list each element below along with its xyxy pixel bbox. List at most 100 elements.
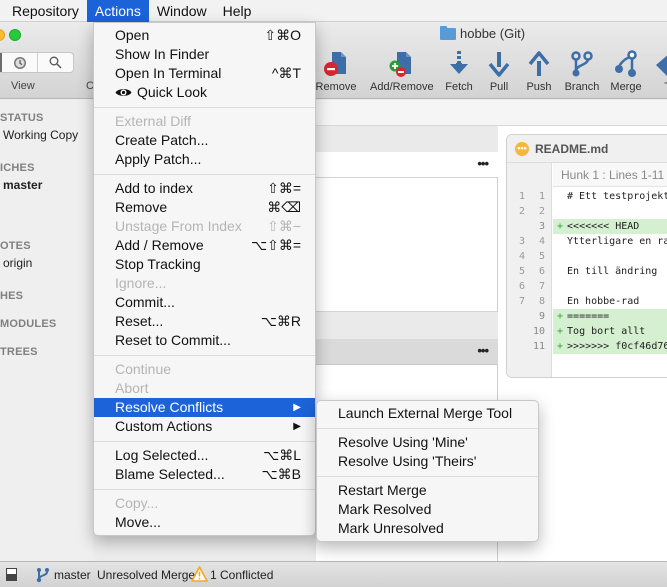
zoom-button[interactable] [9,29,21,41]
add-remove-button[interactable]: Add/Remove [370,49,434,93]
submenu-item-resolve-using-mine[interactable]: Resolve Using 'Mine' [317,433,538,452]
old-line-number: 5 [518,266,525,277]
menu-item-reset[interactable]: Reset... ⌥⌘R [94,312,315,331]
sidebar-item-working-copy[interactable]: Working Copy [3,128,78,142]
new-line-number: 1 [538,191,545,202]
panel-toggle-icon[interactable] [6,568,17,581]
diff-line-added[interactable]: 11 + >>>>>>> f0cf46d76 [507,339,667,354]
menu-actions[interactable]: Actions [86,0,149,22]
window-title: hobbe (Git) [440,25,525,41]
diff-line[interactable]: 3 4 Ytterligare en rad [507,234,667,249]
view-segment-search[interactable] [38,53,73,72]
actions-menu: Open ⇧⌘O Show In Finder Open In Terminal ^⌘T… [93,22,316,536]
menu-item-show-in-finder[interactable]: Show In Finder [94,45,315,64]
branch-icon [571,51,593,77]
merge-status-label: Unresolved Merge: [97,568,199,582]
menu-item-commit[interactable]: Commit... [94,293,315,312]
menu-item-remove[interactable]: Remove ⌘⌫ [94,198,315,217]
minimize-button[interactable] [0,29,5,41]
menu-item-label: Remove [115,199,168,215]
diff-line-text: # Ett testprojekt [567,191,667,202]
view-label: View [11,80,35,92]
clock-icon [13,56,26,69]
menu-item-ignore: Ignore... [94,274,315,293]
diff-line-code: En till ändring [553,264,667,279]
conflict-count[interactable]: 1 Conflicted [210,568,273,582]
unstaged-more-button[interactable]: ••• [477,343,489,358]
menu-separator [94,107,315,108]
menu-item-shortcut: ⌥⇧⌘= [250,237,301,253]
menu-item-label: Ignore... [115,275,167,291]
menu-item-stop-tracking[interactable]: Stop Tracking [94,255,315,274]
menu-item-log-selected[interactable]: Log Selected... ⌥⌘L [94,446,315,465]
diff-line-code: + ======= [553,309,667,324]
warning-icon [191,566,208,582]
merge-icon [615,50,637,77]
diff-line-added[interactable]: 10 + Tog bort allt [507,324,667,339]
diff-line[interactable]: 45 [507,249,667,264]
menu-item-add-remove[interactable]: Add / Remove ⌥⇧⌘= [94,236,315,255]
menu-item-add-to-index[interactable]: Add to index ⇧⌘= [94,179,315,198]
submenu-item-launch-external-merge-tool[interactable]: Launch External Merge Tool [317,404,538,423]
menu-item-quick-look[interactable]: Quick Look [94,83,315,102]
submenu-item-resolve-using-theirs[interactable]: Resolve Using 'Theirs' [317,452,538,471]
sidebar-item-origin[interactable]: origin [3,256,32,270]
menu-item-label: Open [115,27,150,43]
diff-line-code: + >>>>>>> f0cf46d76 [553,339,667,354]
menu-item-reset-to-commit[interactable]: Reset to Commit... [94,331,315,350]
sidebar-item-master[interactable]: master [3,178,42,192]
submenu-arrow-icon: ▶ [293,402,301,413]
menu-item-label: Reset to Commit... [115,332,231,348]
menu-item-external-diff: External Diff [94,112,315,131]
filter-bar [316,100,667,126]
submenu-item-restart-merge[interactable]: Restart Merge [317,481,538,500]
menu-item-label: Abort [115,380,149,396]
new-line-number: 9 [538,311,545,322]
diff-line[interactable]: 67 [507,279,667,294]
old-line-number: 1 [518,191,525,202]
added-marker: + [557,341,564,352]
diff-line[interactable]: 7 8 En hobbe-rad [507,294,667,309]
menu-item-custom-actions[interactable]: Custom Actions ▶ [94,417,315,436]
menu-item-shortcut: ⇧⌘O [264,27,301,43]
menu-item-label: Show In Finder [115,46,210,62]
unstaged-header [316,311,498,339]
menu-separator [94,355,315,356]
menu-separator [94,174,315,175]
diff-line[interactable]: 1 1 # Ett testprojekt [507,189,667,204]
tag-button[interactable]: Ta [640,49,667,93]
new-line-number: 2 [538,206,545,217]
menu-help[interactable]: Help [215,0,260,22]
menu-item-label: Resolve Conflicts [115,399,224,415]
menu-item-create-patch[interactable]: Create Patch... [94,131,315,150]
submenu-arrow-icon: ▶ [293,421,301,432]
old-line-number: 3 [518,236,525,247]
diff-line[interactable]: 5 6 En till ändring [507,264,667,279]
diff-line-text: En hobbe-rad [567,296,640,307]
view-segment-history[interactable] [2,53,38,72]
diff-line[interactable]: 22 [507,204,667,219]
pull-arrow-icon [488,52,510,77]
menu-item-resolve-conflicts[interactable]: Resolve Conflicts ▶ [94,398,315,417]
submenu-item-mark-unresolved[interactable]: Mark Unresolved [317,519,538,538]
menu-item-blame-selected[interactable]: Blame Selected... ⌥⌘B [94,465,315,484]
menu-bar: Repository Actions Window Help [0,0,667,22]
menu-item-open-in-terminal[interactable]: Open In Terminal ^⌘T [94,64,315,83]
menu-repository[interactable]: Repository [0,0,87,22]
staged-more-button[interactable]: ••• [477,156,489,171]
menu-item-move[interactable]: Move... [94,513,315,532]
diff-line-added[interactable]: 9 + ======= [507,309,667,324]
menu-item-apply-patch[interactable]: Apply Patch... [94,150,315,169]
added-marker: + [557,311,564,322]
submenu-item-mark-resolved[interactable]: Mark Resolved [317,500,538,519]
menu-item-label: Continue [115,361,172,377]
new-line-number: 11 [532,341,545,352]
diff-line-text: >>>>>>> f0cf46d76 [567,341,667,352]
menu-item-shortcut: ⇧⌘= [267,180,301,196]
diff-line-added[interactable]: 3 + <<<<<<< HEAD [507,219,667,234]
menu-item-continue: Continue [94,360,315,379]
menu-item-label: Unstage From Index [115,218,242,234]
menu-window[interactable]: Window [149,0,215,22]
new-line-number: 4 [538,236,545,247]
menu-item-open[interactable]: Open ⇧⌘O [94,26,315,45]
